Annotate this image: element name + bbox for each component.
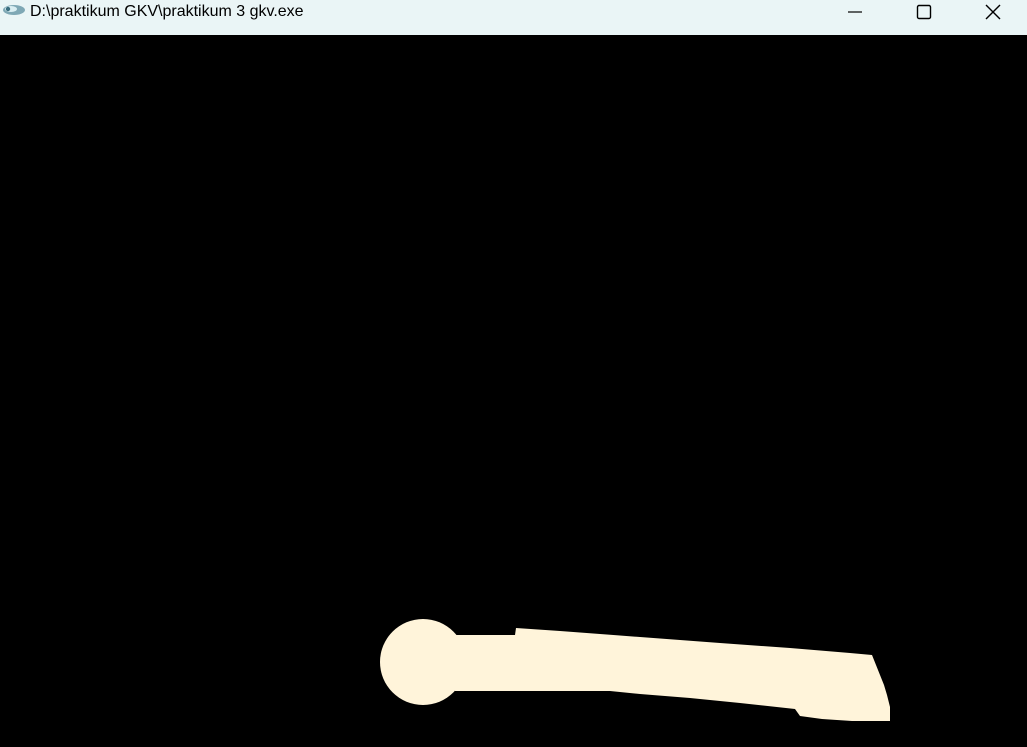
maximize-icon [916,4,932,20]
joint-circle [380,619,466,705]
maximize-button[interactable] [889,0,958,24]
scene [380,619,890,721]
close-button[interactable] [958,0,1027,24]
app-icon [2,3,26,19]
window-controls [820,0,1027,35]
minimize-icon [847,4,863,20]
arm-segment [455,628,890,721]
opengl-canvas[interactable] [0,35,1027,747]
close-icon [984,3,1002,21]
title-bar[interactable]: D:\praktikum GKV\praktikum 3 gkv.exe [0,0,1027,35]
arm-shape [380,619,890,721]
window-title: D:\praktikum GKV\praktikum 3 gkv.exe [30,2,304,20]
minimize-button[interactable] [820,0,889,24]
application-window: D:\praktikum GKV\praktikum 3 gkv.exe [0,0,1027,747]
